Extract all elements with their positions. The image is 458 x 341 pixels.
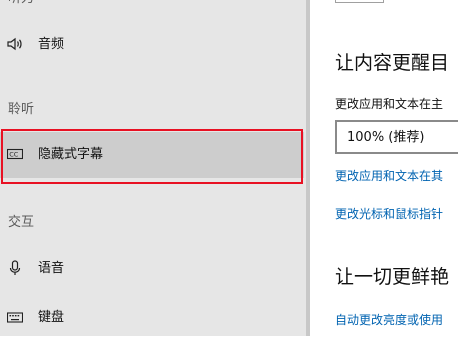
scale-dropdown[interactable]: 100% (推荐) xyxy=(335,120,458,154)
link-auto-brightness[interactable]: 自动更改亮度或使用 xyxy=(335,313,443,328)
keyboard-icon xyxy=(6,309,24,325)
main-content: 让内容更醒目 更改应用和文本在主 100% (推荐) 更改应用和文本在其 更改光… xyxy=(310,0,458,336)
link-change-app-text-size[interactable]: 更改应用和文本在其 xyxy=(335,169,443,184)
sidebar-item-label: 键盘 xyxy=(38,310,65,325)
group-header-hearing: 聆听 xyxy=(8,102,35,117)
sidebar-item-audio[interactable]: 音频 xyxy=(0,22,304,68)
group-header-hearing-cut: 听力 xyxy=(8,0,34,7)
link-change-cursor-pointer[interactable]: 更改光标和鼠标指针 xyxy=(335,207,443,222)
sidebar-item-label: 隐藏式字幕 xyxy=(38,147,104,162)
sidebar-item-label: 语音 xyxy=(38,261,65,276)
text-size-label: 更改应用和文本在主 xyxy=(335,97,444,111)
microphone-icon xyxy=(7,260,23,276)
section-title-make-content-visible: 让内容更醒目 xyxy=(335,52,450,74)
sidebar-item-speech[interactable]: 语音 xyxy=(0,246,304,292)
group-header-interaction: 交互 xyxy=(8,215,35,230)
section-title-make-brighter: 让一切更鲜艳 xyxy=(335,266,450,288)
sidebar-item-closed-captions[interactable]: CC 隐藏式字幕 xyxy=(0,132,304,178)
sidebar-item-keyboard[interactable]: 键盘 xyxy=(0,295,304,341)
scale-dropdown-value: 100% (推荐) xyxy=(347,130,425,145)
closed-captions-icon: CC xyxy=(6,146,24,162)
settings-sidebar: 听力 音频 聆听 CC 隐藏式字幕 交互 xyxy=(0,0,310,336)
sidebar-item-label: 音频 xyxy=(38,37,65,52)
svg-text:CC: CC xyxy=(9,151,19,159)
top-button-edge[interactable] xyxy=(335,0,384,3)
speaker-icon xyxy=(7,36,23,52)
